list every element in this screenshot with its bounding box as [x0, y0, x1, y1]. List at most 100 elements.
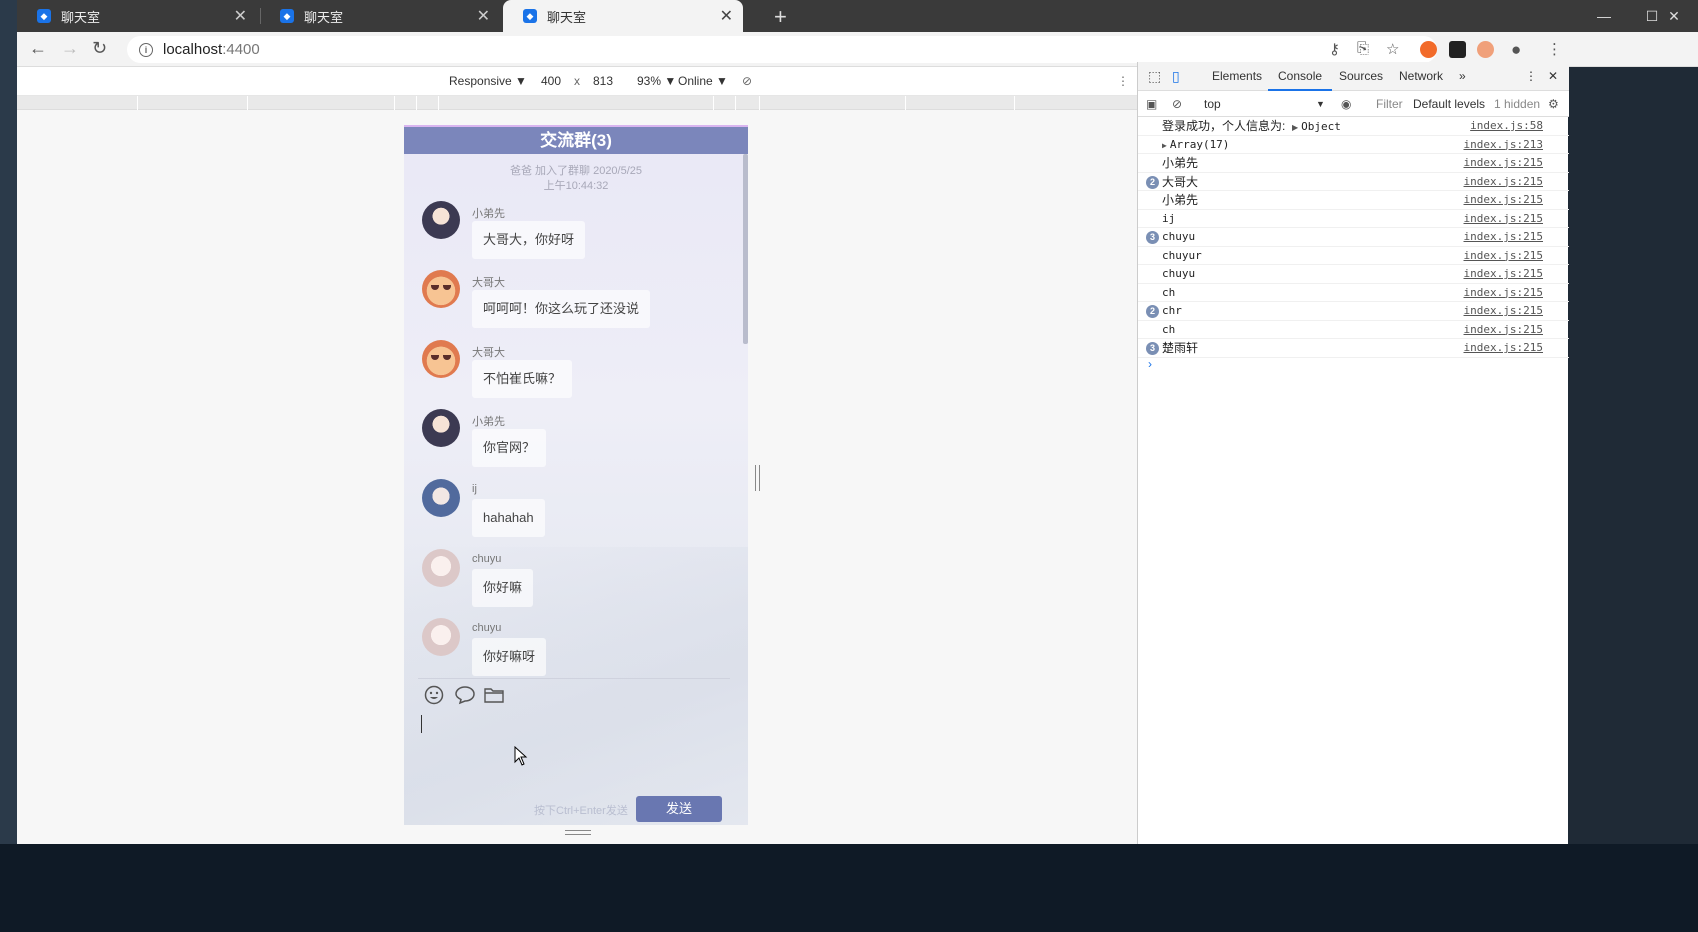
- console-row[interactable]: ch index.js:215: [1138, 321, 1569, 339]
- sidebar-toggle-icon[interactable]: ▣: [1146, 97, 1157, 111]
- profile-avatar-icon[interactable]: ●: [1511, 40, 1521, 60]
- device-width-input[interactable]: 400: [541, 74, 561, 88]
- clear-console-icon[interactable]: ⊘: [1172, 97, 1182, 111]
- console-row[interactable]: 2 大哥大 index.js:215: [1138, 173, 1569, 191]
- message-sender: chuyu: [472, 622, 502, 634]
- context-dropdown-icon[interactable]: ▼: [1316, 99, 1325, 109]
- browser-tab-3-active[interactable]: ◆ 聊天室 ✕: [503, 0, 743, 32]
- throttle-select[interactable]: Online ▼: [678, 74, 728, 88]
- console-row[interactable]: ch index.js:215: [1138, 284, 1569, 302]
- site-info-icon[interactable]: i: [139, 42, 153, 57]
- console-source-link[interactable]: index.js:215: [1464, 154, 1543, 172]
- tab-elements[interactable]: Elements: [1212, 62, 1262, 91]
- tab-console[interactable]: Console: [1268, 62, 1333, 91]
- extension-flower-icon[interactable]: [1477, 41, 1494, 58]
- console-source-link[interactable]: index.js:215: [1464, 339, 1543, 357]
- key-icon[interactable]: ⚷: [1329, 40, 1340, 58]
- chat-scrollbar[interactable]: [743, 154, 748, 344]
- avatar[interactable]: [422, 340, 460, 378]
- tab-sources[interactable]: Sources: [1339, 62, 1383, 91]
- forward-arrow-icon[interactable]: →: [61, 38, 79, 59]
- tab-close-icon[interactable]: ✕: [234, 6, 247, 26]
- console-row[interactable]: 小弟先 index.js:215: [1138, 191, 1569, 210]
- devtools-menu-icon[interactable]: ⋮: [1525, 62, 1537, 91]
- console-row[interactable]: chuyur index.js:215: [1138, 247, 1569, 265]
- console-source-link[interactable]: index.js:215: [1464, 191, 1543, 209]
- new-tab-icon[interactable]: +: [774, 4, 787, 30]
- extension-orange-icon[interactable]: [1420, 41, 1437, 58]
- console-source-link[interactable]: index.js:215: [1464, 228, 1543, 246]
- zoom-select[interactable]: 93% ▼: [637, 74, 676, 88]
- bookmark-star-icon[interactable]: ☆: [1386, 40, 1399, 58]
- viewport-resize-handle-bottom[interactable]: [565, 830, 591, 835]
- device-toolbar: Responsive ▼ 400 x 813 93% ▼ Online ▼ ⊘ …: [17, 67, 1232, 96]
- browser-menu-icon[interactable]: ⋮: [1547, 40, 1562, 58]
- message-sender: 大哥大: [472, 277, 505, 289]
- console-source-link[interactable]: index.js:215: [1464, 210, 1543, 228]
- avatar[interactable]: [422, 549, 460, 587]
- avatar[interactable]: [422, 201, 460, 239]
- console-source-link[interactable]: index.js:213: [1464, 136, 1543, 154]
- browser-tab-1[interactable]: ◆ 聊天室 ✕: [17, 0, 257, 32]
- rotate-icon[interactable]: ⊘: [742, 74, 752, 88]
- browser-tab-2[interactable]: ◆ 聊天室 ✕: [260, 0, 500, 32]
- extension-dark-icon[interactable]: [1449, 41, 1466, 58]
- avatar[interactable]: [422, 479, 460, 517]
- context-select[interactable]: top: [1204, 97, 1221, 111]
- tab-network[interactable]: Network: [1399, 62, 1443, 91]
- devtools-close-icon[interactable]: ✕: [1548, 62, 1558, 91]
- console-row[interactable]: chuyu index.js:215: [1138, 265, 1569, 284]
- console-source-link[interactable]: index.js:215: [1464, 321, 1543, 339]
- console-row[interactable]: 3 楚雨轩 index.js:215: [1138, 339, 1569, 358]
- console-source-link[interactable]: index.js:215: [1464, 284, 1543, 302]
- tab-favicon-icon: ◆: [280, 9, 294, 23]
- log-levels-select[interactable]: Default levels: [1413, 97, 1485, 111]
- console-row[interactable]: ij index.js:215: [1138, 210, 1569, 228]
- console-source-link[interactable]: index.js:215: [1464, 173, 1543, 191]
- avatar[interactable]: [422, 618, 460, 656]
- dimension-times: x: [574, 74, 580, 88]
- console-row[interactable]: 小弟先 index.js:215: [1138, 154, 1569, 173]
- devtools-tabs: ⬚ ▯ Elements Console Sources Network » ⋮…: [1138, 62, 1569, 91]
- url-host: localhost: [163, 41, 223, 58]
- device-toggle-icon[interactable]: ▯: [1172, 62, 1180, 91]
- console-row[interactable]: 登录成功，个人信息为: ▶ Object index.js:58: [1138, 117, 1569, 136]
- console-source-link[interactable]: index.js:215: [1464, 302, 1543, 320]
- inspect-element-icon[interactable]: ⬚: [1148, 62, 1161, 91]
- message-bubble: 你官网？: [472, 429, 547, 467]
- console-text: 大哥大: [1162, 174, 1199, 189]
- tab-close-icon[interactable]: ✕: [477, 6, 490, 26]
- more-tabs-icon[interactable]: »: [1459, 62, 1466, 91]
- repeat-count-badge: 2: [1146, 175, 1159, 189]
- console-source-link[interactable]: index.js:215: [1464, 247, 1543, 265]
- repeat-count-badge: 3: [1146, 342, 1159, 355]
- chat-bubble-icon[interactable]: [454, 685, 476, 707]
- reload-icon[interactable]: ↻: [92, 38, 107, 59]
- minimize-icon[interactable]: —: [1580, 0, 1628, 32]
- close-window-icon[interactable]: ✕: [1650, 0, 1698, 32]
- console-source-link[interactable]: index.js:58: [1470, 117, 1543, 135]
- send-button[interactable]: 发送: [636, 796, 722, 822]
- emoji-icon[interactable]: [424, 685, 446, 707]
- eye-icon[interactable]: ◉: [1341, 97, 1351, 111]
- avatar[interactable]: [422, 409, 460, 447]
- console-source-link[interactable]: index.js:215: [1464, 265, 1543, 283]
- back-arrow-icon[interactable]: ←: [29, 38, 47, 59]
- console-filter-input[interactable]: Filter: [1376, 97, 1403, 111]
- device-mode-select[interactable]: Responsive ▼: [449, 74, 527, 88]
- screen: ◆ 聊天室 ✕ ◆ 聊天室 ✕ ◆ 聊天室 ✕ + — ☐ ✕ ← → ↻ i …: [0, 0, 1698, 932]
- viewport-resize-handle-right[interactable]: [755, 465, 760, 491]
- folder-icon[interactable]: [483, 685, 505, 707]
- url-field[interactable]: i localhost:4400: [127, 36, 1437, 63]
- tab-close-icon[interactable]: ✕: [720, 6, 733, 26]
- device-height-input[interactable]: 813: [593, 74, 613, 88]
- console-row[interactable]: ▶ Array(17) index.js:213: [1138, 136, 1569, 154]
- message-input-caret[interactable]: [421, 715, 422, 733]
- console-row[interactable]: 2 chr index.js:215: [1138, 302, 1569, 321]
- console-settings-icon[interactable]: ⚙: [1548, 97, 1559, 111]
- console-row[interactable]: 3 chuyu index.js:215: [1138, 228, 1569, 247]
- avatar[interactable]: [422, 270, 460, 308]
- translate-icon[interactable]: ⎘: [1357, 40, 1369, 57]
- device-more-icon[interactable]: ⋮: [1117, 74, 1129, 88]
- console-prompt-icon[interactable]: ›: [1148, 357, 1152, 371]
